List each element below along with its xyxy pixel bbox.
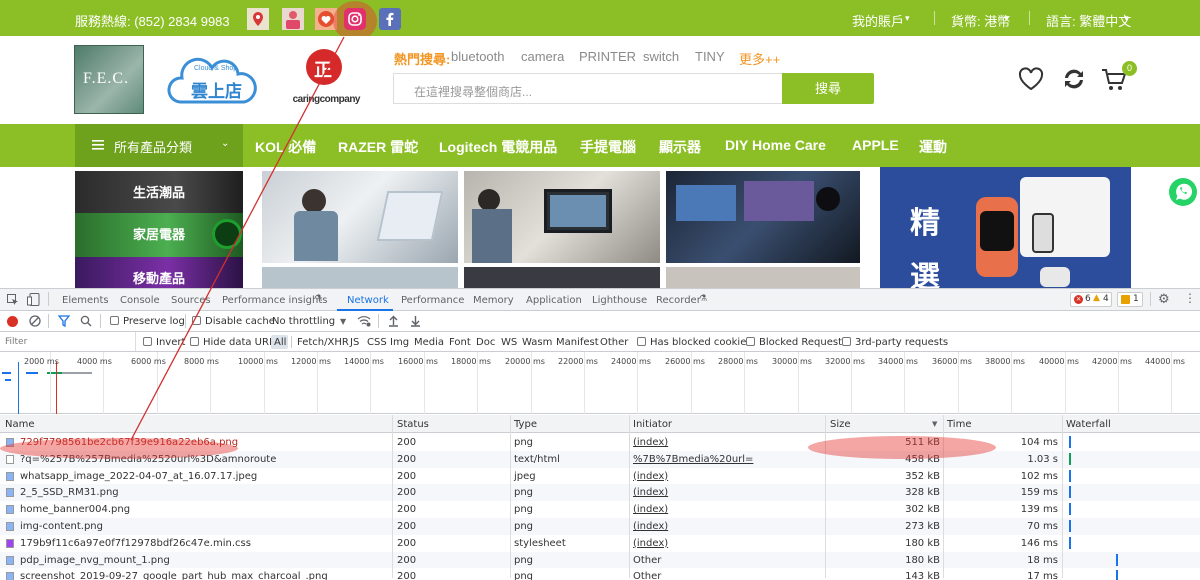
annotation-connector-line (130, 36, 345, 441)
